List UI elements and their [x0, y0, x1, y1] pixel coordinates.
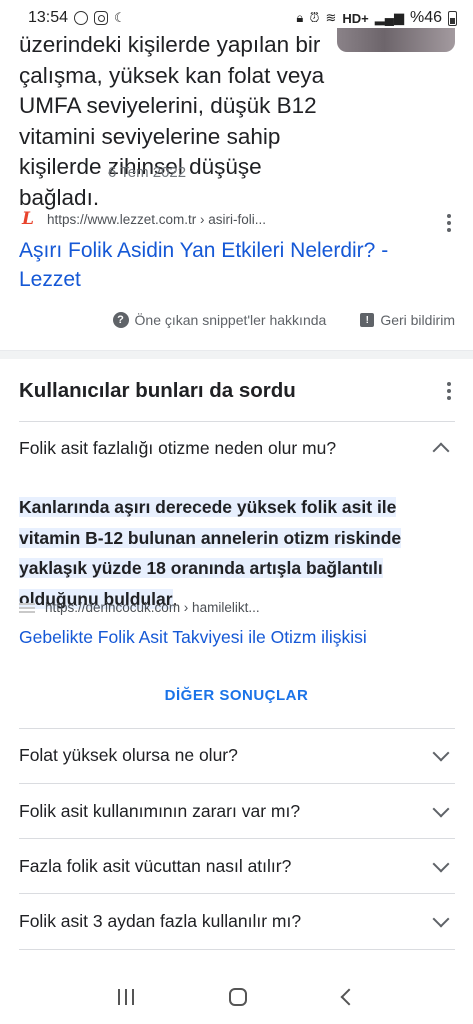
result-title-link[interactable]: Aşırı Folik Asidin Yan Etkileri Nelerdir…: [19, 236, 449, 294]
wifi-icon: ≋: [325, 10, 337, 25]
whatsapp-icon: [74, 11, 89, 25]
paa-question-label: Folik asit 3 aydan fazla kullanılır mı?: [19, 911, 302, 931]
back-icon[interactable]: [340, 988, 358, 1006]
paa-menu-icon[interactable]: [439, 381, 459, 401]
about-snippets-label: Öne çıkan snippet'ler hakkında: [134, 312, 327, 328]
feedback-row: ? Öne çıkan snippet'ler hakkında ! Geri …: [0, 312, 473, 328]
moon-icon: ☾: [114, 10, 126, 25]
status-left: 13:54 ☾: [28, 9, 126, 27]
result-source[interactable]: L https://www.lezzet.com.tr › asiri-foli…: [19, 209, 267, 229]
system-nav-bar: [0, 970, 473, 1024]
divider: [19, 838, 455, 839]
paa-question-label: Folik asit fazlalığı otizme neden olur m…: [19, 438, 337, 458]
paa-question-label: Fazla folik asit vücuttan nasıl atılır?: [19, 856, 292, 876]
status-right: 🔒︎ ⏰︎ ≋ HD+ ▂▄▆ %46: [296, 9, 457, 27]
home-icon[interactable]: [229, 988, 248, 1006]
paa-question[interactable]: Folik asit kullanımının zararı var mı?: [19, 800, 455, 822]
network-type: HD+: [342, 10, 369, 26]
answer-highlight: Kanlarında aşırı derecede yüksek folik a…: [19, 497, 402, 609]
help-icon: ?: [112, 312, 129, 328]
paa-question[interactable]: Folat yüksek olursa ne olur?: [19, 744, 455, 766]
alarm-icon: ⏰︎: [309, 10, 320, 25]
result-menu-icon[interactable]: [439, 213, 459, 233]
feedback-link[interactable]: ! Geri bildirim: [360, 312, 455, 328]
divider: [19, 783, 455, 784]
clock: 13:54: [28, 9, 69, 26]
battery-icon: [448, 10, 457, 26]
chevron-up-icon: [432, 442, 450, 460]
featured-snippet-text: üzerindeki kişilerde yapılan bir çalışma…: [19, 32, 325, 210]
chevron-down-icon: [432, 744, 450, 762]
section-divider: [0, 350, 473, 359]
answer-url: https://derincocuk.com › hamilelikt...: [45, 600, 260, 615]
paa-question[interactable]: Folik asit 3 aydan fazla kullanılır mı?: [19, 910, 455, 932]
derincocuk-favicon-icon: [19, 602, 35, 613]
about-snippets-link[interactable]: ? Öne çıkan snippet'ler hakkında: [112, 312, 327, 328]
divider: [19, 421, 455, 422]
chevron-down-icon: [432, 855, 450, 873]
snippet-date: 6 Tem 2022: [108, 164, 187, 181]
lock-icon: 🔒︎: [296, 10, 304, 25]
feedback-flag-icon: !: [360, 313, 375, 327]
paa-question-label: Folat yüksek olursa ne olur?: [19, 745, 238, 765]
paa-question[interactable]: Fazla folik asit vücuttan nasıl atılır?: [19, 855, 455, 877]
signal-icon: ▂▄▆: [374, 10, 404, 25]
recents-icon[interactable]: [117, 989, 134, 1005]
snippet-thumbnail[interactable]: [337, 28, 455, 52]
feedback-label: Geri bildirim: [380, 312, 455, 328]
chevron-down-icon: [432, 910, 450, 928]
paa-title: Kullanıcılar bunları da sordu: [19, 379, 296, 402]
answer-title-link[interactable]: Gebelikte Folik Asit Takviyesi ile Otizm…: [19, 627, 367, 648]
paa-answer: Kanlarında aşırı derecede yüksek folik a…: [19, 492, 459, 614]
paa-question-expanded[interactable]: Folik asit fazlalığı otizme neden olur m…: [19, 438, 455, 460]
battery-percent: %46: [409, 9, 442, 26]
more-results-button[interactable]: DİĞER SONUÇLAR: [0, 687, 473, 704]
divider: [19, 893, 455, 894]
chevron-down-icon: [432, 800, 450, 818]
lezzet-favicon-icon: L: [22, 209, 34, 229]
answer-source[interactable]: https://derincocuk.com › hamilelikt...: [19, 600, 260, 615]
divider: [19, 728, 455, 729]
divider: [19, 949, 455, 950]
paa-question-label: Folik asit kullanımının zararı var mı?: [19, 801, 301, 821]
instagram-icon: [94, 11, 109, 25]
result-url: https://www.lezzet.com.tr › asiri-foli..…: [47, 211, 267, 227]
